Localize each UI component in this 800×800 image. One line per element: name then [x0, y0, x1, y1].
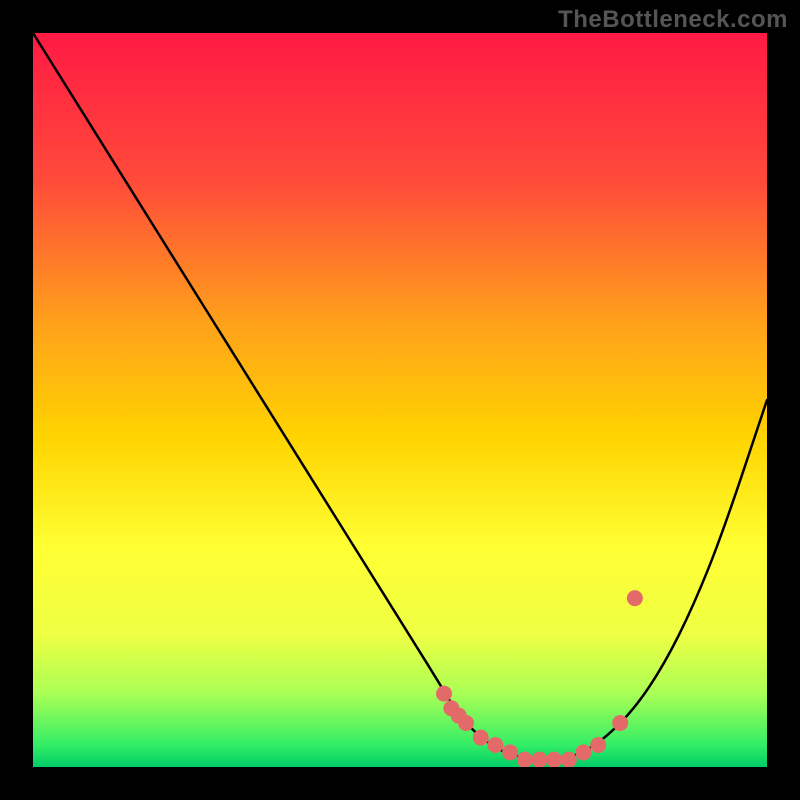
data-point-marker	[502, 744, 518, 760]
data-point-marker	[458, 715, 474, 731]
data-point-marker	[546, 752, 562, 767]
data-point-marker	[612, 715, 628, 731]
chart-svg	[33, 33, 767, 767]
data-point-marker	[473, 730, 489, 746]
chart-container: TheBottleneck.com	[0, 0, 800, 800]
data-point-marker	[627, 590, 643, 606]
data-point-marker	[517, 752, 533, 767]
watermark-text: TheBottleneck.com	[558, 6, 788, 34]
plot-area	[33, 33, 767, 767]
data-point-marker	[487, 737, 503, 753]
data-point-marker	[561, 752, 577, 767]
data-point-marker	[590, 737, 606, 753]
gradient-background	[33, 33, 767, 767]
data-point-marker	[436, 686, 452, 702]
data-point-marker	[576, 744, 592, 760]
data-point-marker	[531, 752, 547, 767]
